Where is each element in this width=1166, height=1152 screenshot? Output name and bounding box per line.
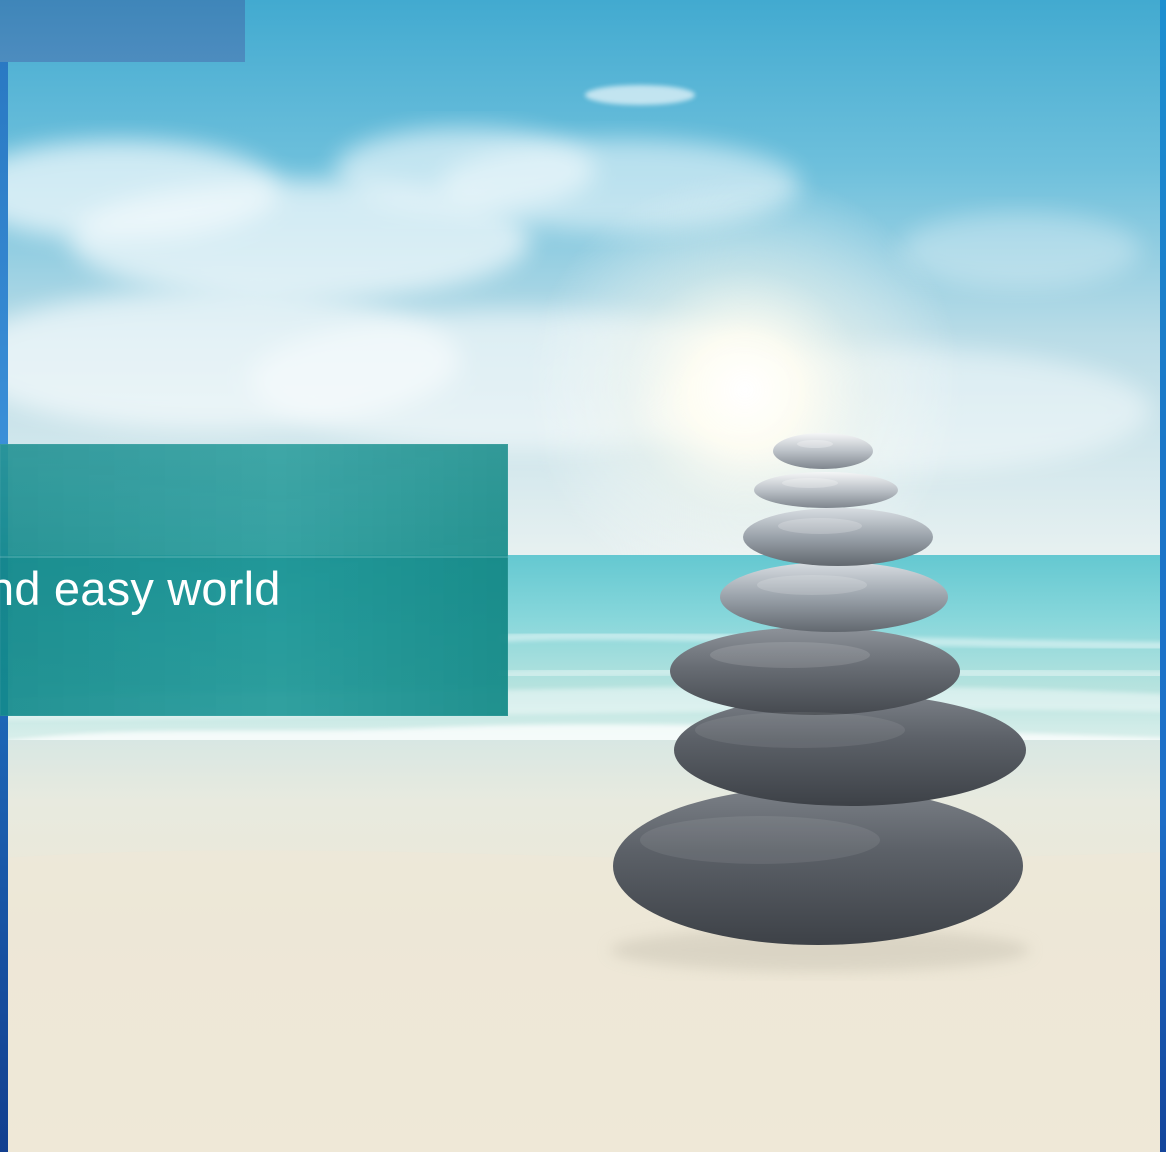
photo-slide: nd easy world [0, 0, 1166, 1152]
banner-headline: nd easy world [0, 562, 281, 615]
right-frame-edge [1160, 0, 1166, 1152]
top-left-tab [0, 0, 245, 62]
headline-banner: nd easy world [0, 444, 508, 716]
